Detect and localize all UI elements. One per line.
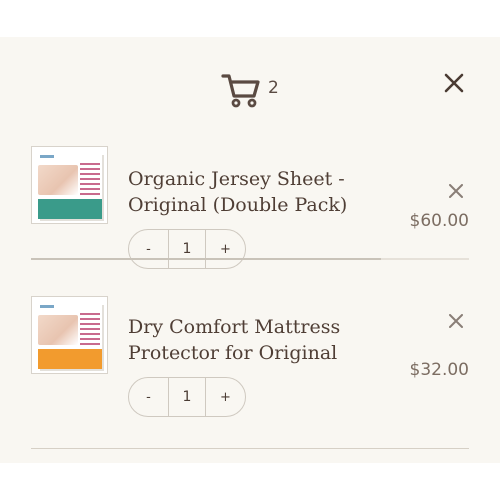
quantity-stepper: - 1 + [128, 377, 246, 417]
quantity-value[interactable]: 1 [168, 378, 206, 416]
cart-header: 2 [0, 37, 500, 132]
quantity-value[interactable]: 1 [168, 230, 206, 268]
item-divider-fill [31, 258, 381, 260]
cart-drawer: 2 Organic Jersey Sheet - Original (Doubl… [0, 37, 500, 463]
item-price: $60.00 [409, 211, 469, 231]
close-icon[interactable] [441, 70, 467, 96]
cart-icon [221, 74, 260, 108]
decrement-button[interactable]: - [129, 230, 168, 268]
increment-button[interactable]: + [206, 378, 245, 416]
item-divider [31, 448, 469, 449]
item-title[interactable]: Dry Comfort Mattress Protector for Origi… [128, 314, 368, 366]
remove-icon[interactable] [449, 184, 463, 198]
item-price: $32.00 [409, 360, 469, 380]
product-package-image [38, 153, 102, 219]
cart-item: Dry Comfort Mattress Protector for Origi… [0, 280, 500, 417]
cart-item: Organic Jersey Sheet - Original (Double … [0, 130, 500, 269]
quantity-stepper: - 1 + [128, 229, 246, 269]
product-package-image [38, 303, 102, 369]
item-title[interactable]: Organic Jersey Sheet - Original (Double … [128, 166, 368, 218]
product-thumbnail[interactable] [31, 146, 108, 224]
cart-count: 2 [268, 78, 279, 98]
decrement-button[interactable]: - [129, 378, 168, 416]
remove-icon[interactable] [449, 314, 463, 328]
item-divider [31, 258, 469, 260]
product-thumbnail[interactable] [31, 296, 108, 374]
increment-button[interactable]: + [206, 230, 245, 268]
